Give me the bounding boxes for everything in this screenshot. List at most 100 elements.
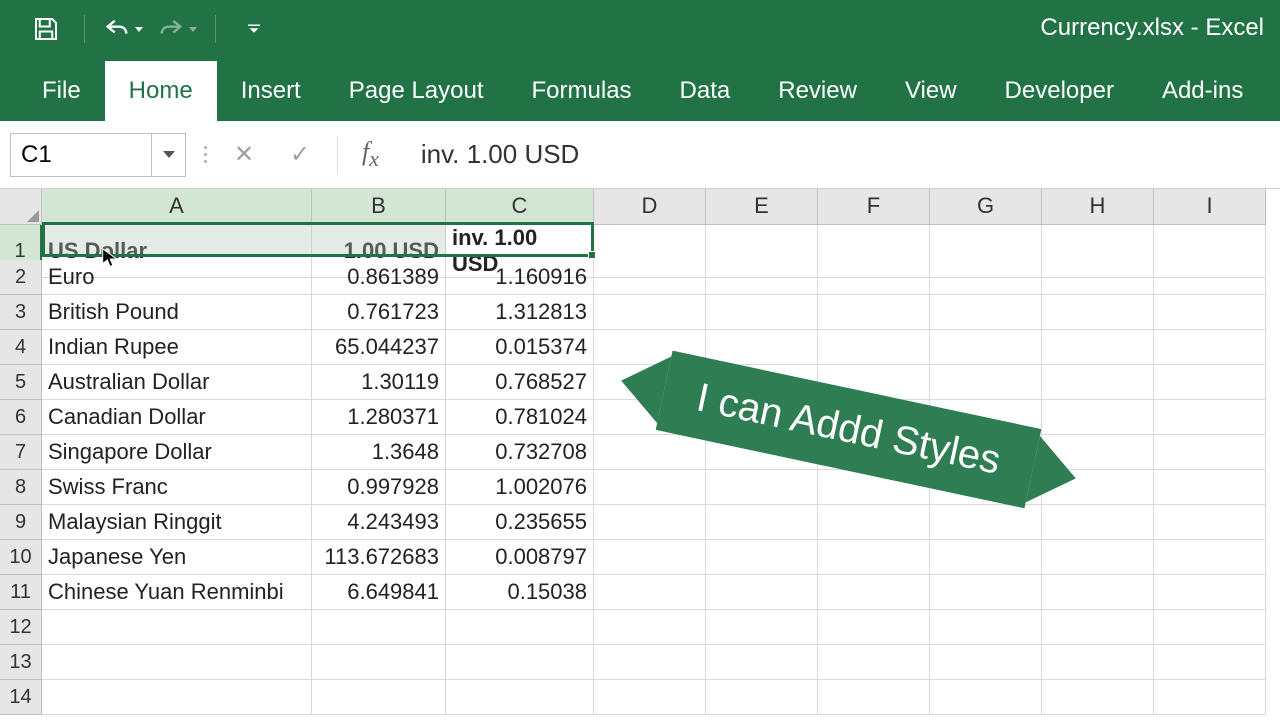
cell-E12[interactable] bbox=[706, 610, 818, 645]
cell-B10[interactable]: 113.672683 bbox=[312, 540, 446, 575]
cell-I5[interactable] bbox=[1154, 365, 1266, 400]
cell-H11[interactable] bbox=[1042, 575, 1154, 610]
cell-H9[interactable] bbox=[1042, 505, 1154, 540]
cell-F3[interactable] bbox=[818, 295, 930, 330]
cell-H2[interactable] bbox=[1042, 260, 1154, 295]
cell-B2[interactable]: 0.861389 bbox=[312, 260, 446, 295]
tab-file[interactable]: File bbox=[18, 61, 105, 121]
column-header-I[interactable]: I bbox=[1154, 189, 1266, 225]
cell-C13[interactable] bbox=[446, 645, 594, 680]
cell-D2[interactable] bbox=[594, 260, 706, 295]
select-all-corner[interactable] bbox=[0, 189, 42, 225]
column-header-F[interactable]: F bbox=[818, 189, 930, 225]
cell-A6[interactable]: Canadian Dollar bbox=[42, 400, 312, 435]
tab-insert[interactable]: Insert bbox=[217, 61, 325, 121]
cell-H3[interactable] bbox=[1042, 295, 1154, 330]
cell-E4[interactable] bbox=[706, 330, 818, 365]
cell-E3[interactable] bbox=[706, 295, 818, 330]
cell-F12[interactable] bbox=[818, 610, 930, 645]
cell-E8[interactable] bbox=[706, 470, 818, 505]
cell-G11[interactable] bbox=[930, 575, 1042, 610]
cell-F2[interactable] bbox=[818, 260, 930, 295]
formula-grip-icon[interactable] bbox=[204, 146, 207, 163]
name-box-dropdown-icon[interactable] bbox=[151, 134, 185, 176]
cell-A5[interactable]: Australian Dollar bbox=[42, 365, 312, 400]
cell-B9[interactable]: 4.243493 bbox=[312, 505, 446, 540]
row-header-12[interactable]: 12 bbox=[0, 610, 42, 645]
tab-page-layout[interactable]: Page Layout bbox=[325, 61, 508, 121]
cell-B14[interactable] bbox=[312, 680, 446, 715]
cell-I8[interactable] bbox=[1154, 470, 1266, 505]
column-header-G[interactable]: G bbox=[930, 189, 1042, 225]
row-header-8[interactable]: 8 bbox=[0, 470, 42, 505]
cell-B4[interactable]: 65.044237 bbox=[312, 330, 446, 365]
column-header-B[interactable]: B bbox=[312, 189, 446, 225]
tab-data[interactable]: Data bbox=[656, 61, 755, 121]
cell-F9[interactable] bbox=[818, 505, 930, 540]
cell-C6[interactable]: 0.781024 bbox=[446, 400, 594, 435]
cell-H12[interactable] bbox=[1042, 610, 1154, 645]
cell-E9[interactable] bbox=[706, 505, 818, 540]
cell-G10[interactable] bbox=[930, 540, 1042, 575]
cell-G9[interactable] bbox=[930, 505, 1042, 540]
cell-H5[interactable] bbox=[1042, 365, 1154, 400]
tab-developer[interactable]: Developer bbox=[981, 61, 1138, 121]
cell-H13[interactable] bbox=[1042, 645, 1154, 680]
cell-F11[interactable] bbox=[818, 575, 930, 610]
cell-A14[interactable] bbox=[42, 680, 312, 715]
row-header-5[interactable]: 5 bbox=[0, 365, 42, 400]
cell-A11[interactable]: Chinese Yuan Renminbi bbox=[42, 575, 312, 610]
save-icon[interactable] bbox=[26, 9, 66, 49]
cell-G2[interactable] bbox=[930, 260, 1042, 295]
row-header-11[interactable]: 11 bbox=[0, 575, 42, 610]
cell-I12[interactable] bbox=[1154, 610, 1266, 645]
column-header-A[interactable]: A bbox=[42, 189, 312, 225]
row-header-2[interactable]: 2 bbox=[0, 260, 42, 295]
tab-view[interactable]: View bbox=[881, 61, 981, 121]
cell-B5[interactable]: 1.30119 bbox=[312, 365, 446, 400]
cell-B6[interactable]: 1.280371 bbox=[312, 400, 446, 435]
cell-F14[interactable] bbox=[818, 680, 930, 715]
cell-H6[interactable] bbox=[1042, 400, 1154, 435]
cell-B3[interactable]: 0.761723 bbox=[312, 295, 446, 330]
row-header-13[interactable]: 13 bbox=[0, 645, 42, 680]
cell-B8[interactable]: 0.997928 bbox=[312, 470, 446, 505]
cell-E14[interactable] bbox=[706, 680, 818, 715]
qat-customize-icon[interactable] bbox=[234, 9, 274, 49]
cell-E13[interactable] bbox=[706, 645, 818, 680]
cell-G14[interactable] bbox=[930, 680, 1042, 715]
formula-value[interactable]: inv. 1.00 USD bbox=[403, 139, 1270, 170]
cell-H4[interactable] bbox=[1042, 330, 1154, 365]
cell-I4[interactable] bbox=[1154, 330, 1266, 365]
cell-D3[interactable] bbox=[594, 295, 706, 330]
cell-C5[interactable]: 0.768527 bbox=[446, 365, 594, 400]
cell-A4[interactable]: Indian Rupee bbox=[42, 330, 312, 365]
cell-A3[interactable]: British Pound bbox=[42, 295, 312, 330]
cell-D10[interactable] bbox=[594, 540, 706, 575]
worksheet-grid[interactable]: ABCDEFGHI 1US Dollar1.00 USDinv. 1.00 US… bbox=[0, 189, 1280, 715]
tab-add-ins[interactable]: Add-ins bbox=[1138, 61, 1267, 121]
cell-E11[interactable] bbox=[706, 575, 818, 610]
cell-B13[interactable] bbox=[312, 645, 446, 680]
column-header-E[interactable]: E bbox=[706, 189, 818, 225]
cell-E2[interactable] bbox=[706, 260, 818, 295]
cell-D14[interactable] bbox=[594, 680, 706, 715]
cell-A12[interactable] bbox=[42, 610, 312, 645]
cell-I13[interactable] bbox=[1154, 645, 1266, 680]
cell-C2[interactable]: 1.160916 bbox=[446, 260, 594, 295]
cell-D8[interactable] bbox=[594, 470, 706, 505]
cell-F13[interactable] bbox=[818, 645, 930, 680]
row-header-7[interactable]: 7 bbox=[0, 435, 42, 470]
cell-C9[interactable]: 0.235655 bbox=[446, 505, 594, 540]
cell-I9[interactable] bbox=[1154, 505, 1266, 540]
row-header-4[interactable]: 4 bbox=[0, 330, 42, 365]
tab-home[interactable]: Home bbox=[105, 61, 217, 121]
column-header-H[interactable]: H bbox=[1042, 189, 1154, 225]
tab-review[interactable]: Review bbox=[754, 61, 881, 121]
cell-E10[interactable] bbox=[706, 540, 818, 575]
column-header-D[interactable]: D bbox=[594, 189, 706, 225]
tab-formulas[interactable]: Formulas bbox=[508, 61, 656, 121]
column-header-C[interactable]: C bbox=[446, 189, 594, 225]
cell-G4[interactable] bbox=[930, 330, 1042, 365]
cell-C8[interactable]: 1.002076 bbox=[446, 470, 594, 505]
